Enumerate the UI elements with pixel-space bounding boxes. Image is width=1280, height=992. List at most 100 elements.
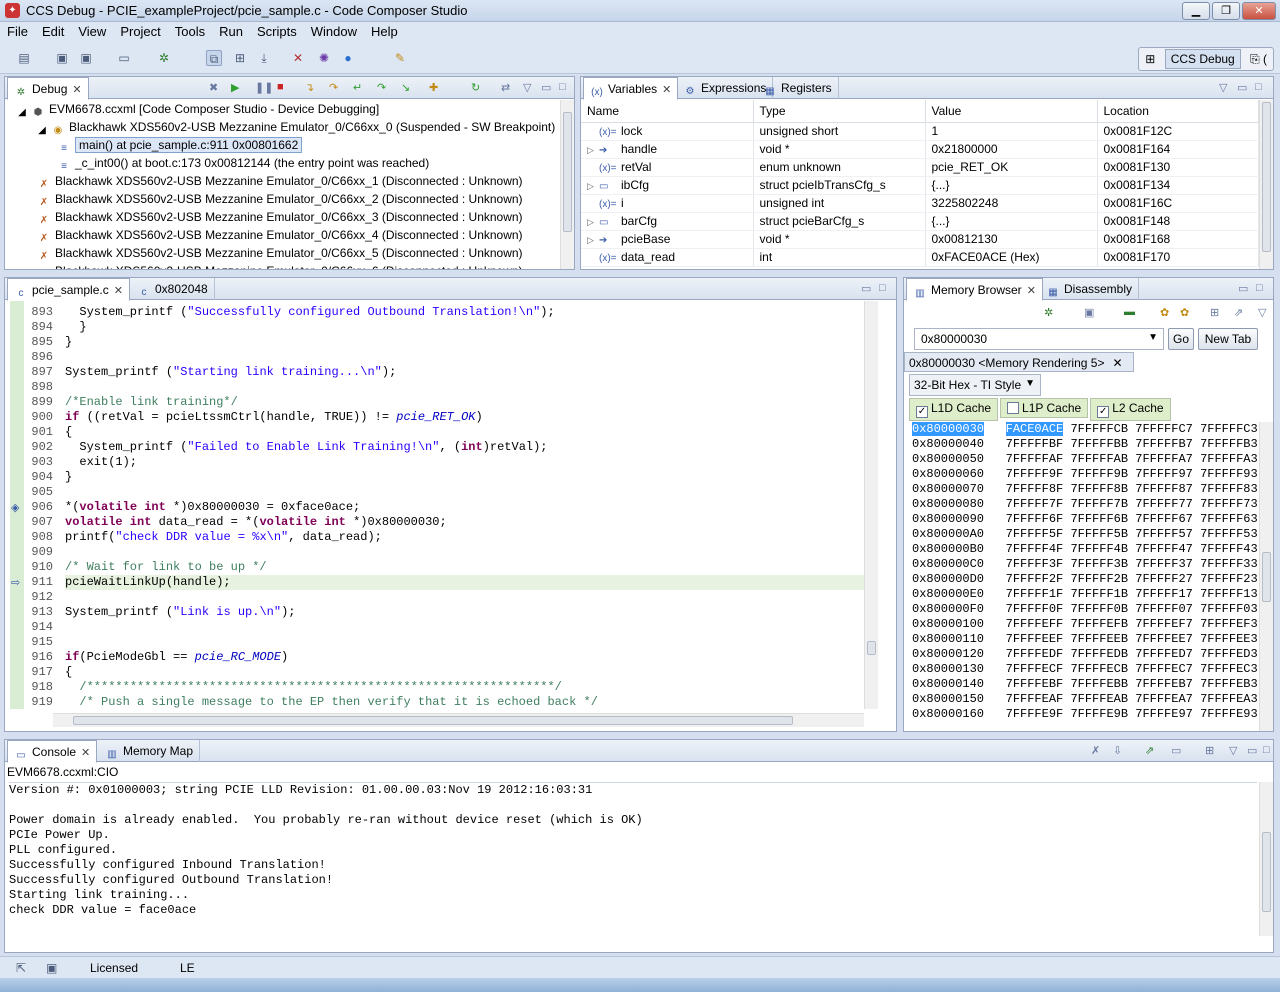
memory-word[interactable]: 7FFFFF8F: [1006, 482, 1064, 496]
close-button[interactable]: ✕: [1242, 2, 1276, 20]
tab-memory-map[interactable]: ▥ Memory Map: [99, 740, 201, 762]
pin-console-icon[interactable]: ⇗: [1145, 744, 1154, 757]
editor-tab[interactable]: c 0x802048: [131, 278, 215, 300]
memory-word[interactable]: 7FFFFF1B: [1070, 587, 1128, 601]
memory-word[interactable]: 7FFFFEAB: [1070, 692, 1128, 706]
open-perspective-icon[interactable]: ⊞: [1145, 52, 1155, 66]
code-line[interactable]: }: [65, 320, 864, 335]
open-file-icon[interactable]: ▭: [116, 50, 132, 66]
memory-word[interactable]: 7FFFFEB7: [1135, 677, 1193, 691]
code-line[interactable]: printf("check DDR value = %x\n", data_re…: [65, 530, 864, 545]
memory-word[interactable]: 7FFFFF2B: [1070, 572, 1128, 586]
load-memory-icon[interactable]: ▬: [1124, 306, 1135, 318]
code-line[interactable]: [65, 350, 864, 365]
memory-word[interactable]: 7FFFFF43: [1200, 542, 1258, 556]
memory-row[interactable]: 0x80000080 7FFFFF7F 7FFFFF7B 7FFFFF77 7F…: [912, 497, 1258, 512]
code-line[interactable]: [65, 545, 864, 560]
tab-disassembly[interactable]: ▦ Disassembly: [1040, 278, 1140, 300]
debug-tree-item[interactable]: ✗Blackhawk XDS560v2-USB Mezzanine Emulat…: [5, 190, 560, 208]
column-header-type[interactable]: Type: [753, 100, 926, 123]
step-over-icon[interactable]: ↷: [329, 81, 338, 94]
debug-tree-item[interactable]: ✗Blackhawk XDS560v2-USB Mezzanine Emulat…: [5, 172, 560, 190]
debug-tree-item[interactable]: ✗Blackhawk XDS560v2-USB Mezzanine Emulat…: [5, 226, 560, 244]
memory-word[interactable]: 7FFFFF93: [1200, 467, 1258, 481]
memory-word[interactable]: 7FFFFEDF: [1006, 647, 1064, 661]
memory-word[interactable]: 7FFFFF83: [1200, 482, 1258, 496]
memory-word[interactable]: 7FFFFEBB: [1070, 677, 1128, 691]
memory-word[interactable]: 7FFFFEA3: [1200, 692, 1258, 706]
maximize-view-icon[interactable]: □: [879, 282, 886, 294]
memory-word[interactable]: 7FFFFE93: [1200, 707, 1258, 721]
variables-scrollbar[interactable]: [1259, 100, 1273, 269]
connect-icon[interactable]: ✺: [316, 50, 332, 66]
code-line[interactable]: }: [65, 335, 864, 350]
memory-word[interactable]: 7FFFFFB3: [1200, 437, 1258, 451]
memory-word[interactable]: 7FFFFFC3: [1200, 422, 1258, 436]
memory-word[interactable]: 7FFFFECF: [1006, 662, 1064, 676]
terminate-all-icon[interactable]: ✖: [209, 81, 218, 94]
editor-vscroll[interactable]: [864, 301, 878, 709]
memory-word[interactable]: 7FFFFF63: [1200, 512, 1258, 526]
menu-view[interactable]: View: [71, 22, 113, 39]
memory-word[interactable]: 7FFFFEFB: [1070, 617, 1128, 631]
memory-scrollbar[interactable]: [1259, 422, 1273, 731]
memory-word[interactable]: 7FFFFFCB: [1070, 422, 1128, 436]
scroll-lock-icon[interactable]: ⇩: [1113, 744, 1122, 757]
memory-word[interactable]: 7FFFFF4F: [1006, 542, 1064, 556]
memory-row[interactable]: 0x800000C0 7FFFFF3F 7FFFFF3B 7FFFFF37 7F…: [912, 557, 1258, 572]
memory-row[interactable]: 0x800000E0 7FFFFF1F 7FFFFF1B 7FFFFF17 7F…: [912, 587, 1258, 602]
remove-breakpoints-icon[interactable]: ✕: [290, 50, 306, 66]
maximize-view-icon[interactable]: □: [1256, 282, 1263, 294]
checkbox-icon[interactable]: [1007, 402, 1020, 414]
memory-word[interactable]: 7FFFFFBB: [1070, 437, 1128, 451]
save-all-icon[interactable]: ▣: [78, 50, 94, 66]
import-icon[interactable]: ✿: [1160, 306, 1169, 319]
other-perspective[interactable]: ⎘ (: [1250, 52, 1267, 66]
memory-word[interactable]: 7FFFFEDB: [1070, 647, 1128, 661]
memory-word[interactable]: 7FFFFF97: [1135, 467, 1193, 481]
save-memory-icon[interactable]: ▣: [1084, 306, 1094, 319]
variable-row[interactable]: ▷ ➔ pcieBase void * 0x00812130 0x0081F168: [581, 230, 1259, 249]
close-tab-icon[interactable]: ✕: [662, 84, 671, 96]
tree-collapse-icon[interactable]: ◢: [37, 124, 47, 138]
memory-word[interactable]: 7FFFFF77: [1135, 497, 1193, 511]
minimize-button[interactable]: ▁: [1182, 2, 1210, 20]
memory-word[interactable]: 7FFFFEF7: [1135, 617, 1193, 631]
step-into-icon[interactable]: ↴: [305, 81, 314, 94]
clear-console-icon[interactable]: ✗: [1091, 744, 1100, 757]
memory-word[interactable]: 7FFFFF37: [1135, 557, 1193, 571]
console-output[interactable]: Version #: 0x01000003; string PCIE LLD R…: [9, 782, 1257, 936]
memory-word[interactable]: 7FFFFF3F: [1006, 557, 1064, 571]
asm-step-icon[interactable]: ↷: [377, 81, 386, 94]
variable-row[interactable]: (x)= data_read int 0xFACE0ACE (Hex) 0x0081F1…: [581, 248, 1259, 267]
memory-word[interactable]: 7FFFFED7: [1135, 647, 1193, 661]
code-line[interactable]: [65, 620, 864, 635]
save-icon[interactable]: ▣: [54, 50, 70, 66]
skip-breakpoints-icon[interactable]: ⧉: [206, 50, 222, 66]
memory-word[interactable]: 7FFFFF3B: [1070, 557, 1128, 571]
debug-icon[interactable]: ✲: [156, 50, 172, 66]
current-execution-line[interactable]: pcieWaitLinkUp(handle);: [65, 575, 864, 590]
memory-word[interactable]: 7FFFFF0F: [1006, 602, 1064, 616]
debug-tree-item[interactable]: ✗Blackhawk XDS560v2-USB Mezzanine Emulat…: [5, 262, 560, 269]
code-line[interactable]: if(PcieModeGbl == pcie_RC_MODE): [65, 650, 864, 665]
debug-tree-item[interactable]: ◢ ◉ Blackhawk XDS560v2-USB Mezzanine Emula…: [5, 118, 560, 136]
column-header-name[interactable]: Name: [581, 100, 754, 123]
display-console-icon[interactable]: ▭: [1171, 744, 1181, 757]
menu-scripts[interactable]: Scripts: [250, 22, 304, 39]
code-line[interactable]: /*Enable link training*/: [65, 395, 864, 410]
minimize-view-icon[interactable]: ▭: [1238, 282, 1248, 295]
close-tab-icon[interactable]: ✕: [72, 84, 81, 96]
memory-row[interactable]: 0x80000030 FACE0ACE 7FFFFFCB 7FFFFFC7 7F…: [912, 422, 1258, 437]
minimize-view-icon[interactable]: ▭: [861, 282, 871, 295]
column-header-value[interactable]: Value: [925, 100, 1098, 123]
menu-tools[interactable]: Tools: [168, 22, 212, 39]
code-line[interactable]: {: [65, 665, 864, 680]
memory-word[interactable]: 7FFFFF5B: [1070, 527, 1128, 541]
resume-icon[interactable]: ▶: [231, 81, 239, 94]
debug-tree-item[interactable]: ◢ ⬢ EVM6678.ccxml [Code Composer Studio - …: [5, 100, 560, 118]
memory-word[interactable]: 7FFFFF23: [1200, 572, 1258, 586]
open-console-icon[interactable]: ⊞: [1205, 744, 1214, 757]
memory-row[interactable]: 0x80000130 7FFFFECF 7FFFFECB 7FFFFEC7 7F…: [912, 662, 1258, 677]
memory-word[interactable]: 7FFFFEC7: [1135, 662, 1193, 676]
